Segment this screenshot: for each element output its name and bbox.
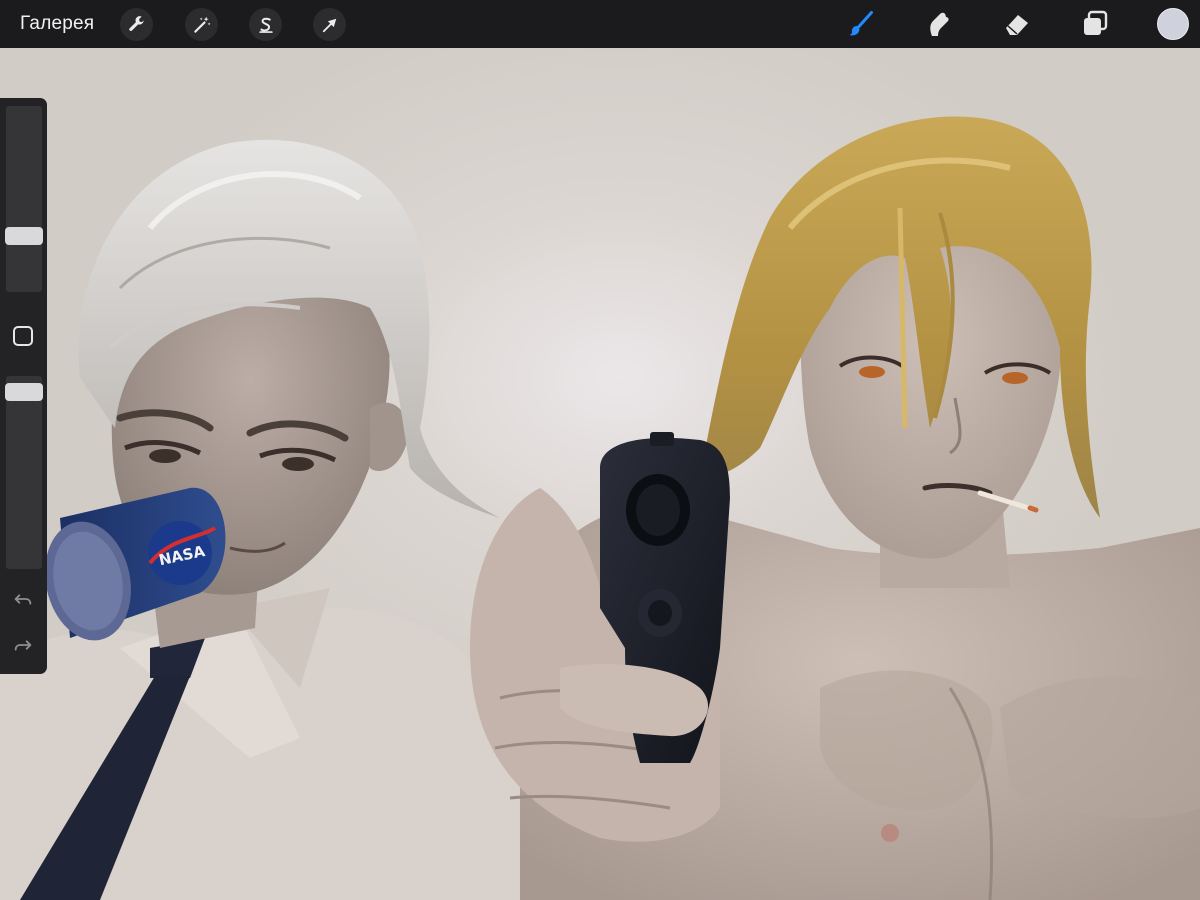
- left-sidebar: [0, 98, 47, 674]
- arrow-cursor-icon: [322, 18, 336, 32]
- redo-icon: [14, 640, 32, 651]
- opacity-thumb[interactable]: [5, 383, 43, 401]
- redo-button[interactable]: [10, 633, 36, 657]
- gallery-button[interactable]: Галерея: [20, 0, 94, 48]
- brush-icon: [849, 11, 873, 36]
- smudge-tool-button[interactable]: [921, 7, 957, 41]
- adjustments-button[interactable]: [185, 8, 218, 41]
- square-modify-icon[interactable]: [13, 326, 33, 346]
- artwork: NASA: [0, 116, 1200, 900]
- brush-size-thumb[interactable]: [5, 227, 43, 245]
- color-picker-button[interactable]: [1157, 8, 1189, 40]
- eraser-icon: [1006, 15, 1028, 35]
- wrench-icon: [128, 15, 144, 31]
- smudge-icon: [930, 12, 949, 36]
- eraser-tool-button[interactable]: [999, 7, 1035, 41]
- brush-size-slider[interactable]: [6, 106, 42, 292]
- layers-icon: [1084, 10, 1108, 35]
- layers-button[interactable]: [1077, 7, 1113, 41]
- procreate-app: Галерея NASA: [0, 0, 1200, 900]
- undo-icon: [14, 594, 32, 605]
- drawing-canvas[interactable]: NASA: [0, 48, 1200, 900]
- selection-s-icon: [258, 17, 273, 33]
- selection-button[interactable]: [249, 8, 282, 41]
- undo-button[interactable]: [10, 587, 36, 611]
- magic-wand-icon: [193, 16, 210, 33]
- top-toolbar: Галерея: [0, 0, 1200, 48]
- actions-button[interactable]: [120, 8, 153, 41]
- transform-button[interactable]: [313, 8, 346, 41]
- right-figure: [470, 116, 1200, 900]
- brush-tool-button[interactable]: [843, 7, 879, 41]
- opacity-slider[interactable]: [6, 376, 42, 569]
